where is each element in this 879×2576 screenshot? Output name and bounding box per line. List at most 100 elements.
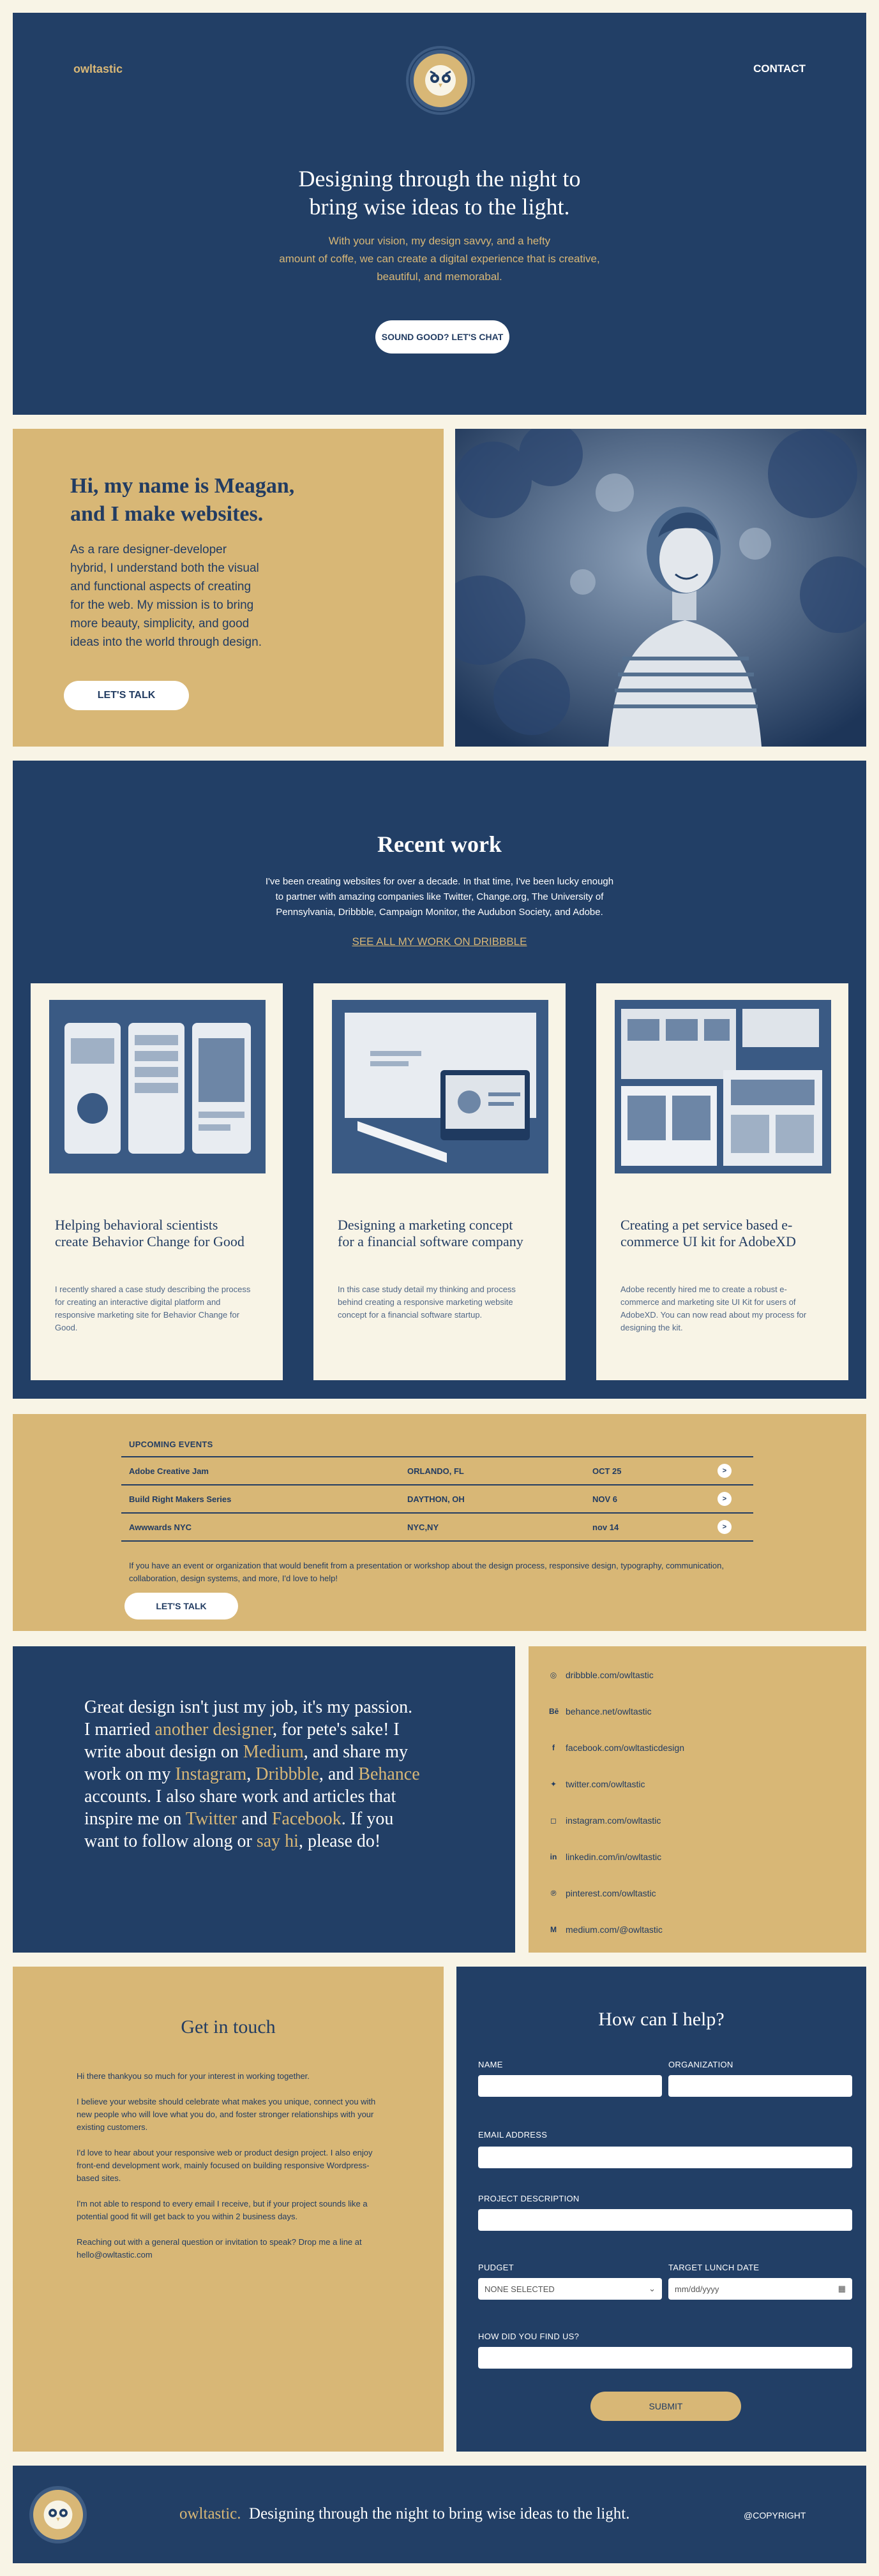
intro-line1: I've been creating websites for over a d… [265,876,614,887]
copyright: @COPYRIGHT [744,2510,806,2520]
event-date: OCT 25 [592,1466,622,1476]
see-all-work-link[interactable]: SEE ALL MY WORK ON DRIBBBLE [13,935,866,948]
event-name: Awwwards NYC [129,1523,192,1532]
about-title: Hi, my name is Meagan, and I make websit… [70,472,294,528]
get-in-touch-title: Get in touch [181,2016,276,2037]
footer: owltastic. Designing through the night t… [13,2466,866,2563]
social-link-instagram[interactable]: ◻ instagram.com/owltastic [549,1813,661,1828]
project-description-input[interactable] [478,2209,852,2231]
target-launch-date-input[interactable]: mm/dd/yyyy ▦ [668,2278,852,2300]
email-input[interactable] [478,2147,852,2168]
twitter-icon: ✦ [550,1780,557,1789]
hero-subtitle-line2: amount of coffe, we can create a digital… [279,253,600,265]
social-link-label: dribbble.com/owltastic [566,1670,654,1680]
submit-button[interactable]: SUBMIT [590,2392,741,2421]
footer-tagline: owltastic. Designing through the night t… [179,2505,629,2523]
portrait-photo [455,429,866,747]
event-row[interactable]: Build Right Makers Series DAYTHON, OH NO… [121,1485,753,1512]
facebook-icon: f [552,1743,555,1752]
chevron-down-icon: ⌄ [649,2284,656,2293]
social-link-pinterest[interactable]: ℗ pinterest.com/owltastic [549,1886,656,1900]
facebook-link[interactable]: Facebook [272,1809,342,1829]
follow-paragraph: Great design isn't just my job, it's my … [84,1696,423,1852]
lets-talk-button[interactable]: LET'S TALK [64,681,189,710]
hero-subtitle: With your vision, my design savvy, and a… [13,232,866,286]
another-designer-link[interactable]: another designer [154,1720,273,1739]
contact-paragraph: I'm not able to respond to every email I… [77,2199,368,2221]
intro-line3: Pennsylvania, Dribbble, Campaign Monitor… [276,907,603,918]
event-row[interactable]: Awwwards NYC NYC,NY nov 14 > [121,1514,753,1540]
work-card[interactable]: Creating a pet service based e-commerce … [596,983,848,1380]
social-link-medium[interactable]: Mmedium.com/@owltastic [549,1923,663,1937]
arrow-right-icon[interactable]: > [717,1464,732,1478]
name-input[interactable] [478,2075,662,2097]
event-row[interactable]: Adobe Creative Jam ORLANDO, FL OCT 25 > [121,1457,753,1484]
lets-chat-button[interactable]: SOUND GOOD? LET'S CHAT [375,320,509,354]
work-card-title: Helping behavioral scientists create Beh… [55,1217,244,1249]
work-card[interactable]: Designing a marketing concept for a fina… [313,983,566,1380]
arrow-right-icon[interactable]: > [717,1520,732,1534]
social-links-panel: ◎ dribbble.com/owltastic Bē behance.net/ow… [529,1646,866,1953]
follow-text: , and [319,1764,359,1784]
hero-headline-line1: Designing through the night to [298,166,581,191]
social-link-label: linkedin.com/in/owltastic [566,1852,662,1862]
social-link-twitter[interactable]: ✦ twitter.com/owltastic [549,1777,645,1791]
target-launch-date-label: TARGET LUNCH DATE [668,2263,760,2272]
organization-label: ORGANIZATION [668,2060,733,2069]
behance-icon: Bē [549,1707,559,1716]
event-location: ORLANDO, FL [407,1466,464,1476]
social-link-label: instagram.com/owltastic [566,1815,661,1826]
organization-input[interactable] [668,2075,852,2097]
contact-paragraph: I believe your website should celebrate … [77,2097,376,2132]
dribbble-link[interactable]: Dribbble [255,1764,319,1784]
how-found-input[interactable] [478,2347,852,2369]
about-title-line1: Hi, my name is Meagan, [70,474,295,498]
say-hi-link[interactable]: say hi [257,1831,299,1851]
events-divider [121,1540,753,1542]
get-in-touch-body: Hi there thankyou so much for your inter… [77,2070,383,2274]
follow-text: , [246,1764,256,1784]
footer-brand[interactable]: owltastic. [179,2505,241,2522]
dribbble-icon: ◎ [550,1671,557,1679]
social-link-label: pinterest.com/owltastic [566,1888,656,1898]
budget-select-value: NONE SELECTED [485,2284,555,2294]
hero-headline: Designing through the night to bring wis… [13,165,866,221]
instagram-link[interactable]: Instagram [175,1764,246,1784]
budget-select[interactable]: NONE SELECTED ⌄ [478,2278,662,2300]
work-card-thumbnail [332,1000,548,1173]
footer-tagline-text: Designing through the night to bring wis… [249,2505,630,2522]
name-label: NAME [478,2060,503,2069]
recent-work-section: Recent work I've been creating websites … [13,761,866,1399]
owl-logo-icon[interactable] [410,50,471,111]
brand-logotype[interactable]: owltastic [73,63,123,76]
nav-contact-link[interactable]: CONTACT [753,63,806,75]
recent-work-title: Recent work [377,831,502,857]
social-link-label: behance.net/owltastic [566,1706,652,1716]
owl-logo-icon[interactable] [29,2486,87,2543]
how-found-label: HOW DID YOU FIND US? [478,2332,580,2341]
about-title-line2: and I make websites. [70,502,264,526]
arrow-right-icon[interactable]: > [717,1492,732,1506]
twitter-link[interactable]: Twitter [186,1809,237,1829]
social-link-dribbble[interactable]: ◎ dribbble.com/owltastic [549,1668,654,1682]
contact-paragraph: Reaching out with a general question or … [77,2237,362,2260]
work-card-body: Adobe recently hired me to create a robu… [620,1284,807,1332]
work-card[interactable]: Helping behavioral scientists create Beh… [31,983,283,1380]
behance-link[interactable]: Behance [358,1764,419,1784]
calendar-icon[interactable]: ▦ [838,2284,846,2294]
lets-talk-button[interactable]: LET'S TALK [124,1593,238,1619]
hero-section: owltastic CONTACT Designing through the … [13,13,866,415]
medium-link[interactable]: Medium [243,1742,304,1762]
social-link-behance[interactable]: Bē behance.net/owltastic [549,1704,652,1718]
social-link-facebook[interactable]: f facebook.com/owltasticdesign [549,1741,684,1755]
project-description-label: PROJECT DESCRIPTION [478,2194,580,2203]
events-section: UPCOMING EVENTS Adobe Creative Jam ORLAN… [13,1414,866,1631]
contact-paragraph: Hi there thankyou so much for your inter… [77,2071,310,2081]
event-date: NOV 6 [592,1494,618,1504]
social-link-linkedin[interactable]: in linkedin.com/in/owltastic [549,1850,662,1864]
medium-icon: M [550,1925,557,1934]
contact-form-title: How can I help? [598,2009,725,2030]
instagram-icon: ◻ [550,1816,557,1825]
date-placeholder: mm/dd/yyyy [675,2284,719,2294]
hero-subtitle-line1: With your vision, my design savvy, and a… [328,235,551,247]
